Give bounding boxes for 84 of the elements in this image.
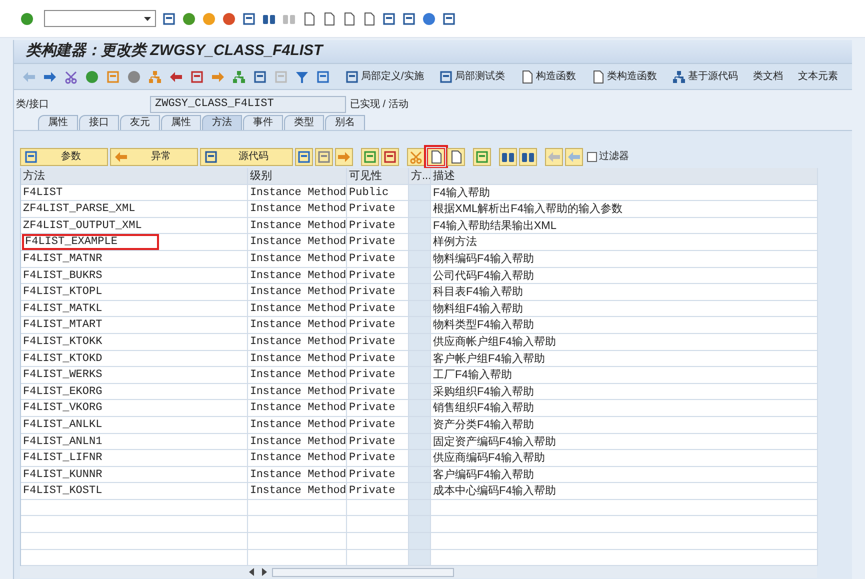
table-cell: F4LIST_VKORG bbox=[23, 402, 102, 414]
toolbar-button[interactable]: 类构造函数 bbox=[590, 69, 657, 84]
table-cell: 供应商帐户组F4输入帮助 bbox=[431, 334, 818, 351]
table-cell: Instance Method bbox=[248, 466, 347, 484]
tab[interactable]: 属性 bbox=[161, 115, 201, 130]
table-cell: Instance Method bbox=[248, 450, 347, 467]
column-header[interactable]: 描述 bbox=[431, 168, 818, 185]
table-cell: F4LIST_ANLN1 bbox=[23, 436, 102, 448]
table-cell: 样例方法 bbox=[431, 234, 818, 251]
table-cell: Instance Method bbox=[248, 400, 347, 417]
toolbar-button[interactable]: 类文档 bbox=[752, 69, 783, 84]
table-cell: Instance Method bbox=[248, 384, 347, 400]
tab[interactable]: 事件 bbox=[243, 115, 283, 130]
table-cell: F4LIST_KTOKD bbox=[23, 352, 102, 365]
table-cell: F4输入帮助结果输出XML bbox=[431, 218, 818, 234]
table-cell: F4LIST_KTOKK bbox=[23, 336, 102, 348]
toolbar-button[interactable]: 文本元素 bbox=[798, 69, 838, 84]
toolbar-button[interactable]: 参数 bbox=[20, 148, 108, 166]
table-cell: F4输入帮助 bbox=[431, 184, 818, 202]
table-cell: Instance Method bbox=[248, 317, 347, 334]
table-cell: F4LIST_LIFNR bbox=[23, 452, 102, 464]
table-cell: Instance Method bbox=[248, 483, 347, 500]
table-cell: F4LIST_EXAMPLE bbox=[22, 234, 160, 250]
table-cell: 物料类型F4输入帮助 bbox=[431, 317, 818, 334]
table-cell: Instance Method bbox=[248, 184, 347, 202]
table-cell: 供应商编码F4输入帮助 bbox=[431, 450, 818, 467]
table-cell: Instance Method bbox=[248, 234, 347, 251]
tab[interactable]: 属性 bbox=[38, 115, 78, 130]
title-bar: 类构建器：更改类 ZWGSY_CLASS_F4LIST bbox=[14, 40, 852, 64]
tab[interactable]: 别名 bbox=[325, 115, 365, 130]
table-cell: F4LIST_BUKRS bbox=[23, 270, 102, 282]
table-cell: F4LIST_WERKS bbox=[23, 369, 102, 382]
tab[interactable]: 类型 bbox=[284, 115, 324, 130]
table-cell: Instance Method bbox=[248, 434, 347, 450]
table-cell: Instance Method bbox=[248, 350, 347, 368]
column-header[interactable]: 可见性 bbox=[347, 168, 409, 185]
field-label: 类/接口 bbox=[16, 98, 50, 112]
table-cell: F4LIST_MATKL bbox=[23, 302, 102, 315]
table-cell: 工厂F4输入帮助 bbox=[431, 367, 818, 384]
tab[interactable]: 友元 bbox=[120, 115, 160, 130]
table-cell: 成本中心编码F4输入帮助 bbox=[431, 483, 818, 500]
class-field[interactable]: ZWGSY_CLASS_F4LIST bbox=[150, 96, 346, 112]
table-cell: F4LIST_KUNNR bbox=[23, 468, 102, 481]
toolbar-button[interactable]: 异常 bbox=[110, 148, 198, 166]
table-cell: F4LIST_ANLKL bbox=[23, 418, 102, 431]
table-cell: Instance Method bbox=[248, 367, 347, 384]
toolbar-button[interactable]: 局部定义/实施 bbox=[345, 69, 424, 84]
table-cell: ZF4LIST_PARSE_XML bbox=[23, 203, 136, 216]
status-text: 已实现 / 活动 bbox=[350, 98, 408, 112]
table-cell: 根据XML解析出F4输入帮助的输入参数 bbox=[431, 201, 818, 218]
toolbar-button[interactable]: 构造函数 bbox=[520, 69, 576, 84]
table-cell: Instance Method bbox=[248, 268, 347, 284]
table-cell: 物料组F4输入帮助 bbox=[431, 300, 818, 318]
table-cell: 采购组织F4输入帮助 bbox=[431, 384, 818, 400]
table-cell: 资产分类F4输入帮助 bbox=[431, 416, 818, 434]
table-cell: Instance Method bbox=[248, 334, 347, 351]
table-cell: 销售组织F4输入帮助 bbox=[431, 400, 818, 417]
table-cell: F4LIST_MATNR bbox=[23, 252, 102, 265]
table-cell: 科目表F4输入帮助 bbox=[431, 284, 818, 301]
table-cell: 客户编码F4输入帮助 bbox=[431, 466, 818, 484]
column-header[interactable]: 级别 bbox=[248, 168, 347, 185]
tab[interactable]: 方法 bbox=[202, 115, 242, 130]
table-cell: F4LIST_EKORG bbox=[23, 386, 102, 398]
table-cell: Instance Method bbox=[248, 201, 347, 218]
table-cell: 公司代码F4输入帮助 bbox=[431, 268, 818, 284]
table-cell: Instance Method bbox=[248, 250, 347, 268]
table-cell: 物料编码F4输入帮助 bbox=[431, 250, 818, 268]
table-cell: F4LIST bbox=[23, 186, 63, 199]
table-cell: F4LIST_MTART bbox=[23, 319, 102, 332]
toolbar-button[interactable]: 基于源代码 bbox=[672, 69, 738, 84]
table-cell: Instance Method bbox=[248, 416, 347, 434]
column-header[interactable]: 方法 bbox=[21, 168, 248, 185]
table-cell: 客户帐户组F4输入帮助 bbox=[431, 350, 818, 368]
table-cell: ZF4LIST_OUTPUT_XML bbox=[23, 220, 142, 232]
filter-label: 过滤器 bbox=[599, 150, 629, 164]
tab[interactable]: 接口 bbox=[79, 115, 119, 130]
table-cell: Instance Method bbox=[248, 300, 347, 318]
table-cell: Instance Method bbox=[248, 284, 347, 301]
toolbar-button[interactable]: 局部测试类 bbox=[438, 69, 505, 84]
table-cell: 固定资产编码F4输入帮助 bbox=[431, 434, 818, 450]
table-cell: F4LIST_KOSTL bbox=[23, 485, 102, 498]
toolbar-button[interactable]: 源代码 bbox=[200, 148, 293, 166]
table-cell: F4LIST_KTOPL bbox=[23, 286, 102, 298]
table-cell: Instance Method bbox=[248, 218, 347, 234]
